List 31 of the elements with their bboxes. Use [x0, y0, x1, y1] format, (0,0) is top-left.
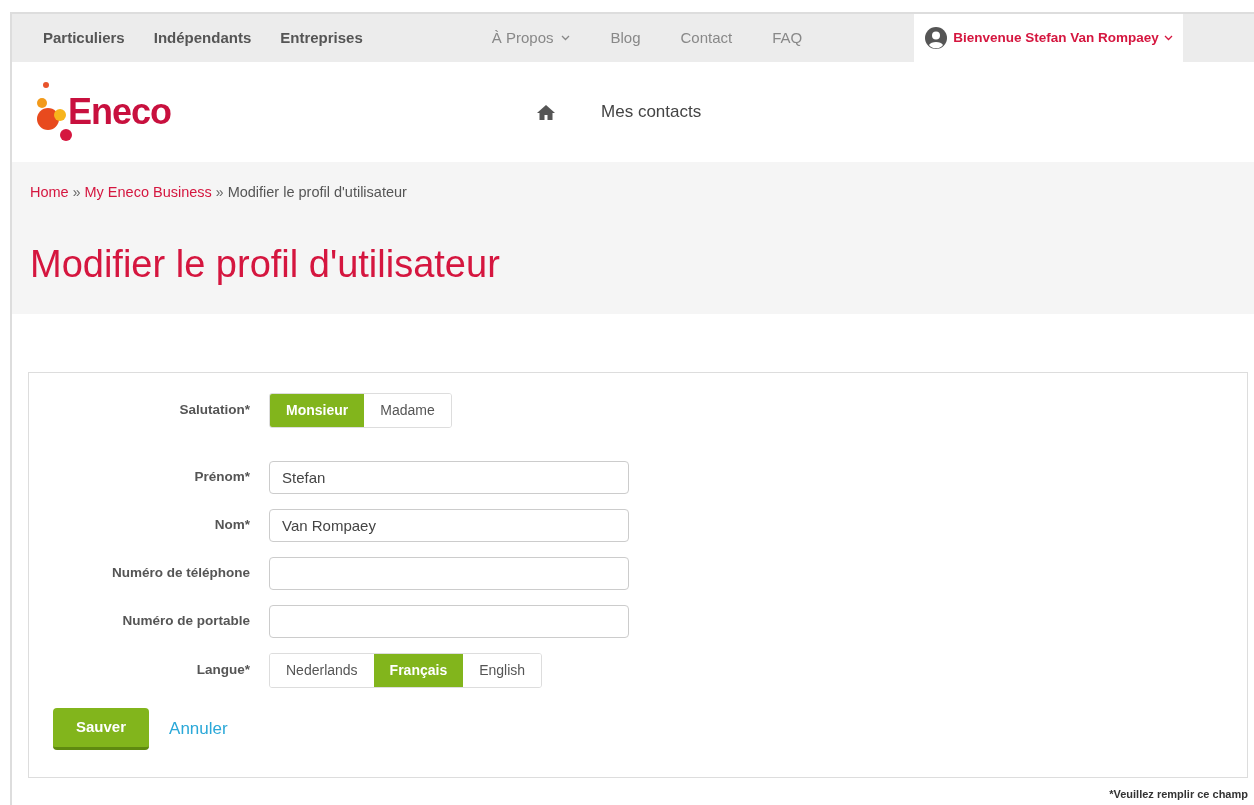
breadcrumb-current: Modifier le profil d'utilisateur: [227, 184, 407, 200]
nav-link[interactable]: FAQ: [772, 26, 803, 50]
cancel-link[interactable]: Annuler: [169, 716, 228, 742]
nav-link[interactable]: Contact: [680, 26, 733, 50]
nav-link[interactable]: Mes contacts: [601, 99, 702, 125]
breadcrumb-link[interactable]: Home: [30, 184, 69, 200]
breadcrumb-separator: »: [72, 184, 81, 200]
caret-icon: [561, 35, 571, 41]
page-title: Modifier le profil d'utilisateur: [30, 241, 501, 287]
user-menu[interactable]: Bienvenue Stefan Van Rompaey: [914, 14, 1183, 62]
input-field[interactable]: Van Rompaey: [269, 509, 629, 542]
caret-icon: [1163, 35, 1173, 41]
field-label: Nom*: [213, 516, 250, 535]
input-field[interactable]: [269, 605, 629, 638]
dropdown-menu-link[interactable]: À Propos: [491, 26, 571, 50]
field-label: Salutation*: [178, 401, 250, 420]
field-label: Prénom*: [193, 468, 250, 487]
input-field[interactable]: Stefan: [269, 461, 629, 494]
field-label: Numéro de téléphone: [110, 564, 250, 583]
input-field[interactable]: [269, 557, 629, 590]
user-avatar-icon: [924, 26, 949, 50]
nav-link[interactable]: Particuliers: [43, 26, 125, 50]
required-note: *Veuillez remplir ce champ: [1108, 787, 1249, 802]
nav-link[interactable]: Blog: [610, 26, 641, 50]
breadcrumb-link[interactable]: My Eneco Business: [84, 184, 212, 200]
logo[interactable]: Eneco: [34, 79, 172, 145]
nav-link[interactable]: Entreprises: [280, 26, 363, 50]
field-label: Numéro de portable: [121, 612, 250, 631]
nav-link[interactable]: Indépendants: [153, 26, 252, 50]
breadcrumb-separator: »: [215, 184, 224, 200]
field-label: Langue*: [195, 661, 250, 680]
